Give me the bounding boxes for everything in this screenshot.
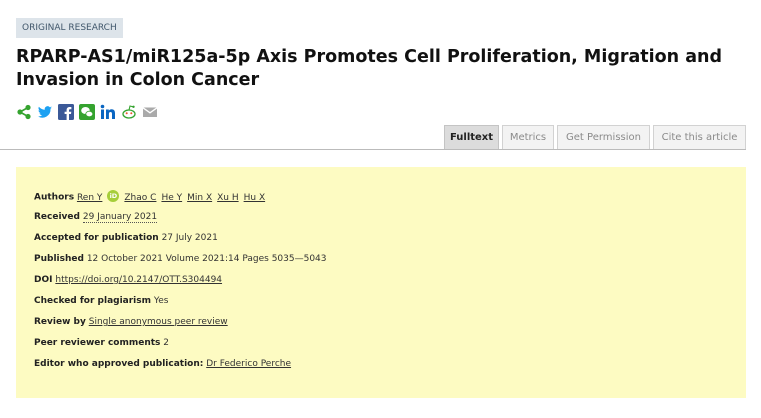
- comments-count: 2: [163, 338, 170, 348]
- received-row: Received 29 January 2021: [34, 212, 158, 223]
- orcid-icon[interactable]: iD: [107, 190, 120, 202]
- author-link[interactable]: Zhao C: [124, 193, 156, 203]
- comments-row: Peer reviewer comments 2: [34, 338, 169, 348]
- published-info: 12 October 2021 Volume 2021:14 Pages 503…: [86, 254, 327, 264]
- plagiarism-row: Checked for plagiarism Yes: [34, 296, 168, 306]
- received-date: 29 January 2021: [82, 212, 158, 223]
- received-label: Received: [34, 212, 80, 222]
- author-link[interactable]: Xu H: [217, 193, 239, 203]
- review-label: Review by: [34, 317, 86, 327]
- doi-label: DOI: [34, 275, 53, 285]
- tab-fulltext[interactable]: Fulltext: [444, 125, 499, 149]
- article-details-panel: Authors Ren Y iD Zhao C He Y Min X Xu H Hu X R…: [16, 167, 746, 398]
- editor-link[interactable]: Dr Federico Perche: [206, 359, 291, 369]
- author-link[interactable]: Hu X: [244, 193, 266, 203]
- author-link[interactable]: He Y: [161, 193, 182, 203]
- tab-metrics[interactable]: Metrics: [502, 125, 554, 149]
- editor-row: Editor who approved publication: Dr Fede…: [34, 359, 296, 369]
- authors-label: Authors: [34, 192, 75, 203]
- article-type-badge: ORIGINAL RESEARCH: [16, 18, 123, 38]
- published-label: Published: [34, 254, 84, 264]
- email-icon[interactable]: [142, 104, 158, 120]
- wechat-icon[interactable]: [79, 104, 95, 120]
- comments-label: Peer reviewer comments: [34, 338, 161, 348]
- twitter-icon[interactable]: [37, 104, 53, 120]
- author-link[interactable]: Ren Y: [77, 193, 102, 203]
- reddit-icon[interactable]: [121, 104, 137, 120]
- published-row: Published 12 October 2021 Volume 2021:14…: [34, 254, 327, 264]
- authors-row: Authors Ren Y iD Zhao C He Y Min X Xu H Hu X: [34, 190, 270, 203]
- tab-get-permission[interactable]: Get Permission: [557, 125, 650, 149]
- doi-row: DOI https://doi.org/10.2147/OTT.S304494: [34, 275, 227, 285]
- accepted-label: Accepted for publication: [34, 233, 159, 243]
- plagiarism-label: Checked for plagiarism: [34, 296, 152, 306]
- doi-link[interactable]: https://doi.org/10.2147/OTT.S304494: [55, 275, 222, 285]
- accepted-row: Accepted for publication 27 July 2021: [34, 233, 218, 243]
- share-icon[interactable]: [16, 104, 32, 120]
- review-row: Review by Single anonymous peer review: [34, 317, 233, 327]
- tab-cite-this-article[interactable]: Cite this article: [653, 125, 746, 149]
- author-link[interactable]: Min X: [187, 193, 212, 203]
- article-title: RPARP-AS1/miR125a-5p Axis Promotes Cell …: [16, 47, 723, 90]
- review-type-link[interactable]: Single anonymous peer review: [89, 317, 228, 327]
- article-tabs: Fulltext Metrics Get Permission Cite thi…: [0, 125, 746, 150]
- share-bar: [16, 104, 158, 120]
- editor-label: Editor who approved publication:: [34, 359, 204, 369]
- accepted-date: 27 July 2021: [161, 233, 218, 243]
- plagiarism-value: Yes: [153, 296, 169, 306]
- linkedin-icon[interactable]: [100, 104, 116, 120]
- facebook-icon[interactable]: [58, 104, 74, 120]
